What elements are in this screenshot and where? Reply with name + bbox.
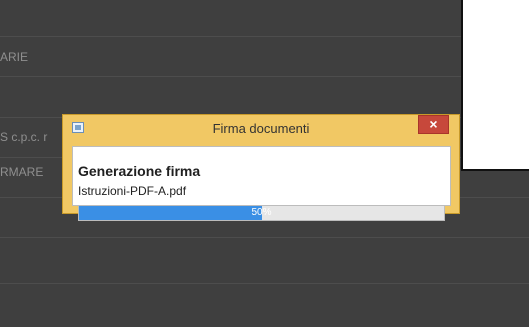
- side-panel: [461, 0, 529, 171]
- file-name: Istruzioni-PDF-A.pdf: [78, 184, 187, 198]
- background-row: [0, 284, 529, 327]
- generation-heading: Generazione firma: [78, 163, 201, 179]
- screen: ARIE S c.p.c. r RMARE Firma documenti × …: [0, 0, 529, 327]
- background-row: [0, 77, 529, 118]
- dialog-title: Firma documenti: [212, 121, 310, 136]
- progress-label: 50%: [251, 207, 272, 218]
- dialog-titlebar[interactable]: Firma documenti ×: [63, 115, 459, 143]
- close-button[interactable]: ×: [418, 115, 449, 134]
- background-row: ARIE: [0, 37, 529, 77]
- background-row-text: ARIE: [0, 50, 29, 64]
- background-row: [0, 238, 529, 284]
- background-row: [0, 0, 529, 37]
- background-row-text: RMARE: [0, 165, 44, 179]
- background-row-text: S c.p.c. r: [0, 130, 48, 144]
- progress-bar: 50%: [78, 205, 445, 221]
- firma-documenti-dialog: Firma documenti × Generazione firma Istr…: [62, 114, 460, 221]
